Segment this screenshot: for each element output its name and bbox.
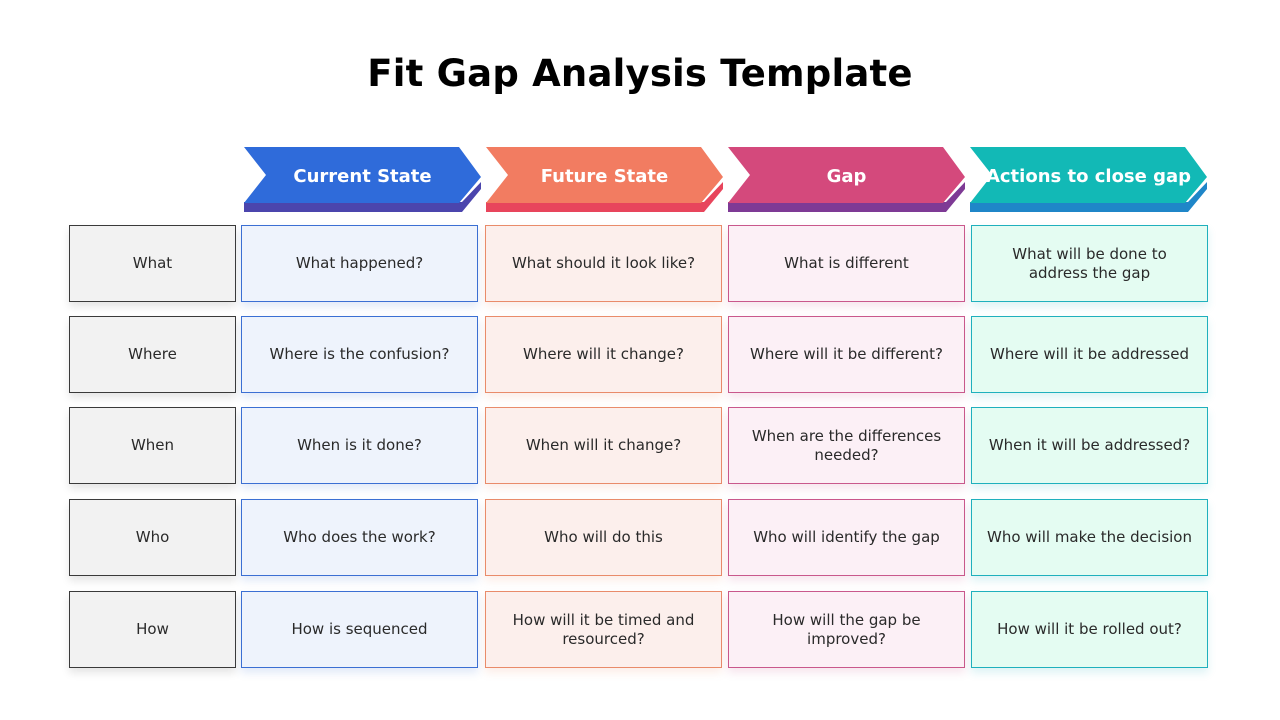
cell-when-current: When is it done? bbox=[241, 407, 478, 484]
cell-who-future: Who will do this bbox=[485, 499, 722, 576]
column-header-actions: Actions to close gap bbox=[970, 147, 1207, 212]
column-header-label: Gap bbox=[826, 166, 867, 187]
cell-how-future: How will it be timed and resourced? bbox=[485, 591, 722, 668]
cell-what-actions: What will be done to address the gap bbox=[971, 225, 1208, 302]
column-header-label: Current State bbox=[293, 166, 432, 187]
cell-where-gap: Where will it be different? bbox=[728, 316, 965, 393]
row-header-who: Who bbox=[69, 499, 236, 576]
cell-what-future: What should it look like? bbox=[485, 225, 722, 302]
column-header-future-state: Future State bbox=[486, 147, 723, 212]
cell-when-future: When will it change? bbox=[485, 407, 722, 484]
row-header-how: How bbox=[69, 591, 236, 668]
cell-who-gap: Who will identify the gap bbox=[728, 499, 965, 576]
cell-how-current: How is sequenced bbox=[241, 591, 478, 668]
cell-where-future: Where will it change? bbox=[485, 316, 722, 393]
cell-what-current: What happened? bbox=[241, 225, 478, 302]
column-header-gap: Gap bbox=[728, 147, 965, 212]
page-title: Fit Gap Analysis Template bbox=[367, 52, 913, 95]
cell-who-actions: Who will make the decision bbox=[971, 499, 1208, 576]
cell-when-actions: When it will be addressed? bbox=[971, 407, 1208, 484]
row-header-when: When bbox=[69, 407, 236, 484]
cell-how-gap: How will the gap be improved? bbox=[728, 591, 965, 668]
column-header-label: Future State bbox=[540, 166, 669, 187]
cell-who-current: Who does the work? bbox=[241, 499, 478, 576]
row-header-what: What bbox=[69, 225, 236, 302]
cell-when-gap: When are the differences needed? bbox=[728, 407, 965, 484]
row-header-where: Where bbox=[69, 316, 236, 393]
cell-where-current: Where is the confusion? bbox=[241, 316, 478, 393]
cell-how-actions: How will it be rolled out? bbox=[971, 591, 1208, 668]
column-header-current-state: Current State bbox=[244, 147, 481, 212]
cell-where-actions: Where will it be addressed bbox=[971, 316, 1208, 393]
column-header-label: Actions to close gap bbox=[985, 166, 1192, 187]
cell-what-gap: What is different bbox=[728, 225, 965, 302]
